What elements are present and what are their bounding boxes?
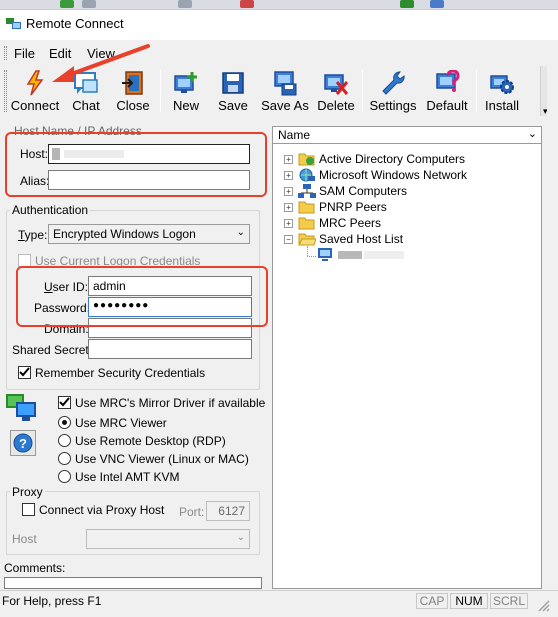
computer-icon [318,248,332,261]
radio-rdp[interactable] [58,434,71,447]
proxy-host-field-label: Host [12,532,37,546]
annotation-arrow [52,44,150,82]
proxy-group-title: Proxy [10,485,45,499]
window-right-border [547,64,558,590]
background-taskbar-strip [0,0,558,10]
default-button[interactable]: Default [424,70,470,116]
mirror-driver-checkbox[interactable] [58,396,71,409]
status-help-text: For Help, press F1 [2,594,102,608]
new-button[interactable]: New [170,70,202,116]
comments-input[interactable] [4,577,262,589]
monitors-icon [6,394,36,421]
new-plus-icon [174,72,197,93]
radio-mrc-viewer-label: Use MRC Viewer [75,416,167,430]
tree-expand-icon[interactable]: + [284,187,293,196]
radio-vnc[interactable] [58,452,71,465]
network-globe-icon [299,168,315,182]
tree-header-name: Name [278,128,311,142]
tree-expand-icon[interactable]: + [284,203,293,212]
tree-item-saved-host-list[interactable]: Saved Host List [319,232,403,246]
proxy-host-select[interactable]: ⌄ [86,529,250,549]
taskbar-app-icon [240,0,254,8]
tree-column-header[interactable]: Name ⌄ [272,126,542,144]
status-num: NUM [450,593,488,609]
open-folder-icon [298,233,316,246]
menu-file[interactable]: File [14,46,35,61]
radio-amt-kvm-label: Use Intel AMT KVM [75,470,180,484]
port-input[interactable]: 6127 [206,501,250,521]
type-select[interactable]: Encrypted Windows Logon ⌄ [48,224,250,244]
shared-secret-input[interactable] [88,339,252,359]
proxy-host-checkbox[interactable] [22,503,35,516]
toolbar-grip[interactable] [4,70,7,112]
port-label: Port: [179,505,205,519]
network-computers-icon [298,184,316,198]
toolbar-separator [476,70,477,112]
radio-mrc-viewer[interactable] [58,416,71,429]
chevron-down-icon: ⌄ [236,227,245,238]
status-caps: CAP [416,593,448,609]
menubar-grip[interactable] [4,46,7,60]
radio-amt-kvm[interactable] [58,470,71,483]
checkmark-icon [59,397,70,407]
gear-install-icon [490,75,514,94]
chevron-down-icon: ⌄ [527,128,537,140]
folder-icon [298,217,315,230]
tree-expand-icon[interactable]: + [284,171,293,180]
radio-vnc-label: Use VNC Viewer (Linux or MAC) [75,452,249,466]
floppy-disk-icon [222,72,244,94]
status-scroll: SCRL [490,593,528,609]
type-select-value: Encrypted Windows Logon [53,227,196,241]
help-question-icon: ? [13,433,33,453]
taskbar-app-icon [430,0,444,8]
toolbar-separator [160,70,161,112]
ad-folder-icon [298,153,315,166]
shared-secret-label: Shared Secret: [12,343,93,357]
save-button[interactable]: Save [216,70,250,116]
radio-rdp-label: Use Remote Desktop (RDP) [75,434,226,448]
taskbar-app-icon [400,0,414,8]
comments-label: Comments: [4,561,66,575]
tree-item-sam-computers[interactable]: SAM Computers [319,184,407,198]
tree-item-mrc-peers[interactable]: MRC Peers [319,216,381,230]
wrench-icon [382,71,405,95]
svg-text:?: ? [19,436,27,451]
question-default-icon [436,70,460,92]
save-as-icon [274,71,297,96]
redacted-text [338,251,362,259]
toolbar-separator [362,70,363,112]
remote-connect-app-icon [6,18,21,29]
tree-item-pnrp-peers[interactable]: PNRP Peers [319,200,387,214]
remember-credentials-checkbox[interactable] [18,366,31,379]
tree-expand-icon[interactable]: + [284,155,293,164]
tree-collapse-icon[interactable]: − [284,235,293,244]
taskbar-app-icon [60,0,74,8]
remember-credentials-label: Remember Security Credentials [35,366,206,380]
highlight-box-credentials [16,266,268,327]
redacted-text [364,251,404,259]
tree-item-active-directory[interactable]: Active Directory Computers [319,152,465,166]
install-button[interactable]: Install [482,70,522,116]
tree-item-windows-network[interactable]: Microsoft Windows Network [319,168,467,182]
highlight-box-host [5,132,267,197]
taskbar-app-icon [178,0,192,8]
authentication-group-title: Authentication [10,203,91,217]
delete-button[interactable]: Delete [314,70,358,116]
mirror-driver-label: Use MRC's Mirror Driver if available [75,396,266,410]
tree-connector [307,256,316,257]
folder-icon [298,201,315,214]
tree-connector [307,246,308,256]
proxy-host-label: Connect via Proxy Host [39,503,165,517]
delete-x-icon [324,74,349,95]
tree-expand-icon[interactable]: + [284,219,293,228]
taskbar-app-icon [82,0,96,8]
window-title: Remote Connect [26,16,124,31]
checkmark-icon [19,367,30,377]
resize-grip-icon[interactable] [536,598,550,612]
settings-button[interactable]: Settings [368,70,418,116]
chevron-down-icon: ⌄ [236,532,245,543]
save-as-button[interactable]: Save As [260,70,310,116]
type-label: Type: [18,228,48,242]
help-button[interactable]: ? [10,430,36,456]
